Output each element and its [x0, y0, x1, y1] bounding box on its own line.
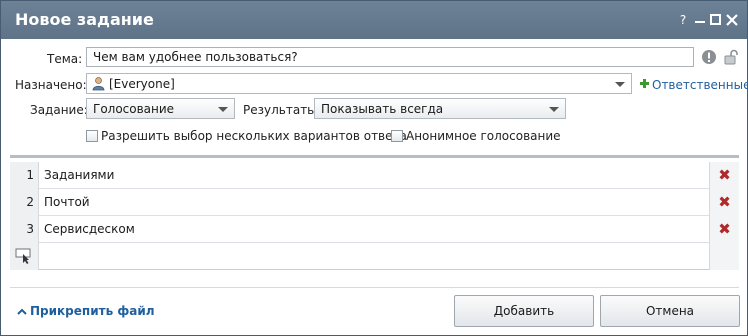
assigned-label: Назначено:	[15, 78, 87, 92]
new-task-dialog: Новое задание ? Тема: Назначено: [E	[0, 0, 748, 336]
answer-text[interactable]: Сервисдеском	[44, 216, 135, 243]
new-row-marker	[10, 243, 39, 270]
subject-field[interactable]	[86, 47, 694, 67]
new-row-action	[709, 243, 739, 270]
titlebar[interactable]: Новое задание ?	[1, 1, 747, 39]
cursor-icon	[15, 248, 31, 264]
answers-grid: 1 Заданиями ✖ 2 Почтой ✖ 3 Сервисдеском …	[10, 155, 739, 270]
attach-file-label: Прикрепить файл	[30, 304, 155, 318]
help-button[interactable]: ?	[677, 13, 689, 27]
cancel-button[interactable]: Отмена	[600, 295, 740, 327]
minimize-icon	[695, 21, 705, 23]
anonymous-label[interactable]: Анонимное голосование	[406, 129, 561, 143]
add-button[interactable]: Добавить	[454, 295, 594, 327]
answer-text[interactable]: Почтой	[44, 189, 90, 216]
user-icon	[92, 77, 105, 91]
chevron-down-icon	[218, 107, 228, 112]
warning-icon[interactable]	[701, 49, 717, 65]
table-row[interactable]: 3 Сервисдеском ✖	[10, 216, 739, 243]
attach-file-link[interactable]: Прикрепить файл	[17, 304, 155, 318]
chevron-up-icon	[17, 308, 27, 315]
task-label: Задание:	[30, 103, 88, 117]
close-icon	[726, 14, 738, 26]
responsibles-link[interactable]: Ответственные	[652, 78, 748, 92]
lock-icon[interactable]	[723, 49, 739, 65]
row-number: 3	[10, 216, 39, 243]
maximize-icon	[710, 14, 721, 25]
dialog-title: Новое задание	[15, 10, 154, 29]
multiple-choice-label[interactable]: Разрешить выбор нескольких вариантов отв…	[101, 129, 407, 143]
answer-text[interactable]: Заданиями	[44, 162, 114, 189]
anonymous-checkbox[interactable]	[391, 130, 403, 142]
task-select[interactable]: Голосование	[86, 98, 235, 119]
results-label: Результаты:	[243, 103, 321, 117]
delete-icon[interactable]: ✖	[709, 189, 739, 216]
assigned-value: [Everyone]	[109, 77, 175, 91]
row-number: 2	[10, 189, 39, 216]
maximize-button[interactable]	[710, 13, 722, 27]
delete-icon[interactable]: ✖	[709, 216, 739, 243]
new-row[interactable]	[10, 243, 739, 270]
close-button[interactable]	[726, 13, 738, 27]
task-value: Голосование	[93, 102, 175, 116]
delete-icon[interactable]: ✖	[709, 162, 739, 189]
subject-input[interactable]	[87, 48, 693, 66]
results-select[interactable]: Показывать всегда	[314, 98, 566, 119]
plus-icon[interactable]	[639, 78, 650, 89]
results-value: Показывать всегда	[321, 102, 444, 116]
table-row[interactable]: 1 Заданиями ✖	[10, 162, 739, 189]
table-row[interactable]: 2 Почтой ✖	[10, 189, 739, 216]
row-number: 1	[10, 162, 39, 189]
footer-divider	[10, 287, 739, 288]
chevron-down-icon	[615, 82, 625, 87]
assigned-select[interactable]: [Everyone]	[86, 73, 632, 94]
multiple-choice-checkbox[interactable]	[86, 130, 98, 142]
chevron-down-icon	[549, 107, 559, 112]
minimize-button[interactable]	[694, 17, 706, 25]
subject-label: Тема:	[47, 52, 83, 66]
